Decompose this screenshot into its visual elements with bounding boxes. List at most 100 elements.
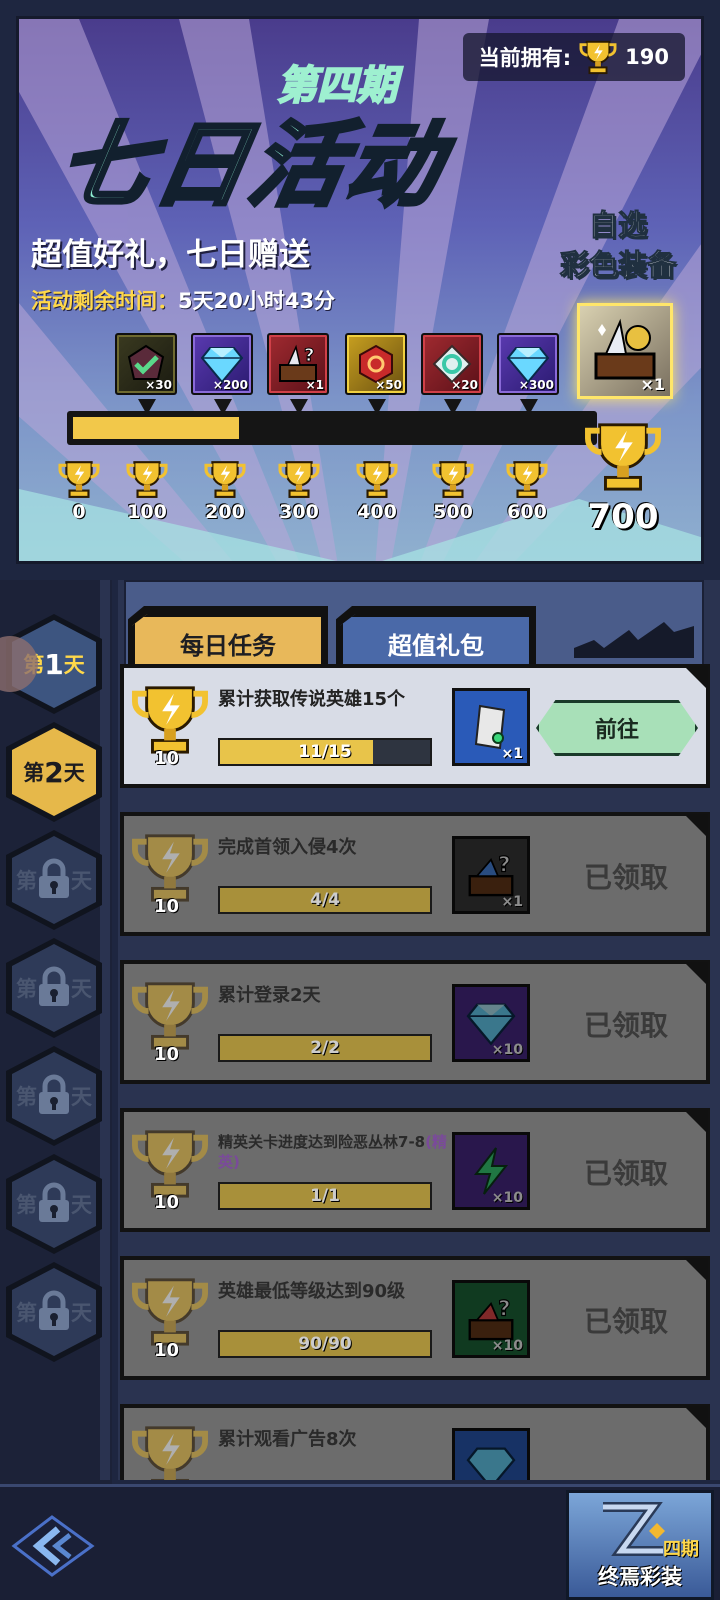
trophy-icon xyxy=(132,1130,208,1198)
owned-value: 190 xyxy=(625,45,669,69)
card-corner xyxy=(684,962,708,986)
milestone-reward-5[interactable]: ×20 xyxy=(421,333,483,395)
milestone-700: 700 xyxy=(573,419,673,537)
lock-icon xyxy=(39,1182,69,1222)
final-outfit-button[interactable]: 四期 终焉彩装 xyxy=(566,1490,714,1600)
day-number: 2 xyxy=(44,755,64,789)
progress-text: 1/1 xyxy=(310,1186,340,1206)
lock-icon xyxy=(39,1074,69,1114)
mystery-chest-icon: ? xyxy=(468,852,514,897)
back-icon[interactable] xyxy=(8,1511,98,1581)
trophy-icon xyxy=(204,461,246,498)
milestone-100: 100 xyxy=(117,459,177,523)
milestone-400: 400 xyxy=(347,459,407,523)
day-suffix: 天 xyxy=(71,869,92,893)
day-suffix: 天 xyxy=(71,1085,92,1109)
milestone-reward-1[interactable]: ×30 xyxy=(115,333,177,395)
pick-line2: 彩色装备 xyxy=(559,248,676,283)
task-title: 累计观看广告8次 xyxy=(218,1429,357,1450)
pick-equipment-label: 自选 彩色装备 xyxy=(553,205,683,285)
trophy-icon xyxy=(132,686,208,754)
lock-icon xyxy=(39,858,69,898)
task-card: 10 完成首领入侵4次 4/4 ? ×1 已领取 xyxy=(120,812,710,936)
milestone-reward-6[interactable]: ×300 xyxy=(497,333,559,395)
task-reward-item[interactable]: ×10 xyxy=(452,984,530,1062)
task-progress-bar: 1/1 xyxy=(218,1182,432,1210)
reward-qty: ×1 xyxy=(501,746,523,762)
milestone-reward-3[interactable]: ? ×1 xyxy=(267,333,329,395)
trophy-icon xyxy=(126,461,168,498)
pick-line1: 自选 xyxy=(588,208,647,243)
points-value: 10 xyxy=(154,896,180,917)
trophy-icon xyxy=(432,461,474,498)
milestone-200: 200 xyxy=(195,459,255,523)
big-trophy-icon xyxy=(585,423,661,491)
card-corner xyxy=(684,1110,708,1134)
timer-label: 活动剩余时间： xyxy=(31,289,178,313)
progress-text: 2/2 xyxy=(310,1038,340,1058)
task-progress-bar: 2/2 xyxy=(218,1034,432,1062)
owned-counter: 当前拥有: 190 xyxy=(462,33,685,81)
go-button[interactable]: 前往 xyxy=(536,700,698,756)
track-pin xyxy=(520,399,538,415)
reward-qty: ×30 xyxy=(145,378,172,392)
event-title-text: 七日活动 xyxy=(48,110,455,221)
task-panel: 每日任务 超值礼包 10 累计获取传说英雄15个 11/15 ×1 前往 10 xyxy=(118,580,720,1480)
trophy-icon xyxy=(132,1278,208,1346)
track-pin xyxy=(368,399,386,415)
milestone-label: 200 xyxy=(205,501,245,523)
reward-qty: ×1 xyxy=(501,894,523,910)
task-reward-item[interactable] xyxy=(452,1428,530,1480)
reward-qty: ×10 xyxy=(491,1190,523,1206)
task-title: 英雄最低等级达到90级 xyxy=(218,1281,406,1302)
milestone-reward-2[interactable]: ×200 xyxy=(191,333,253,395)
claimed-status: 已领取 xyxy=(584,1305,669,1338)
task-card: 10 精英关卡进度达到险恶丛林7-8(精英) 1/1 ×10 已领取 xyxy=(120,1108,710,1232)
track-pin xyxy=(444,399,462,415)
sidebar-rail xyxy=(100,580,110,1480)
task-points xyxy=(128,1422,216,1480)
points-value: 10 xyxy=(154,1192,180,1213)
reward-qty: ×50 xyxy=(375,378,402,392)
timer-value: 5天20小时43分 xyxy=(178,289,336,313)
task-title: 累计获取传说英雄15个 xyxy=(218,689,406,710)
points-progress-track xyxy=(67,411,597,445)
progress-text: 90/90 xyxy=(298,1334,352,1354)
milestone-label: 0 xyxy=(72,501,86,523)
task-title-text: 精英关卡进度达到险恶丛林7-8 xyxy=(218,1133,426,1151)
milestone-600: 600 xyxy=(497,459,557,523)
milestone-reward-4[interactable]: ×50 xyxy=(345,333,407,395)
day-suffix: 天 xyxy=(71,977,92,1001)
milestone-label: 500 xyxy=(433,501,473,523)
task-card: 累计观看广告8次 xyxy=(120,1404,710,1480)
points-value: 10 xyxy=(154,1340,180,1361)
trophy-icon xyxy=(506,461,548,498)
event-title: 第四期 七日活动 xyxy=(27,45,467,245)
task-reward-item[interactable]: ? ×10 xyxy=(452,1280,530,1358)
trophy-icon xyxy=(58,461,100,498)
claimed-status: 已领取 xyxy=(584,1157,669,1190)
claimed-status: 已领取 xyxy=(584,861,669,894)
reward-qty: ×300 xyxy=(518,378,554,392)
trophy-icon xyxy=(579,40,617,75)
points-value: 10 xyxy=(154,748,180,769)
task-reward-item[interactable]: ×10 xyxy=(452,1132,530,1210)
diamond-icon xyxy=(466,1003,516,1046)
task-reward-item[interactable]: ×1 xyxy=(452,688,530,766)
track-pin xyxy=(138,399,156,415)
crack-decoration xyxy=(574,622,694,658)
task-points: 10 xyxy=(128,830,216,922)
task-reward-item[interactable]: ? ×1 xyxy=(452,836,530,914)
task-progress-bar: 4/4 xyxy=(218,886,432,914)
milestone-0: 0 xyxy=(49,459,109,523)
trophy-icon xyxy=(356,461,398,498)
owned-label: 当前拥有: xyxy=(478,46,572,70)
energy-icon xyxy=(473,1147,509,1195)
app-root: 当前拥有: 190 第四期 七日活动 超值好礼，七日赠送 活动剩余时间：5天20… xyxy=(0,0,720,1600)
grand-reward[interactable]: ×1 xyxy=(577,303,673,399)
points-progress-fill xyxy=(73,417,240,439)
claimed-status: 已领取 xyxy=(584,1009,669,1042)
svg-text:?: ? xyxy=(304,345,314,366)
milestone-500: 500 xyxy=(423,459,483,523)
day-suffix: 天 xyxy=(63,653,85,677)
